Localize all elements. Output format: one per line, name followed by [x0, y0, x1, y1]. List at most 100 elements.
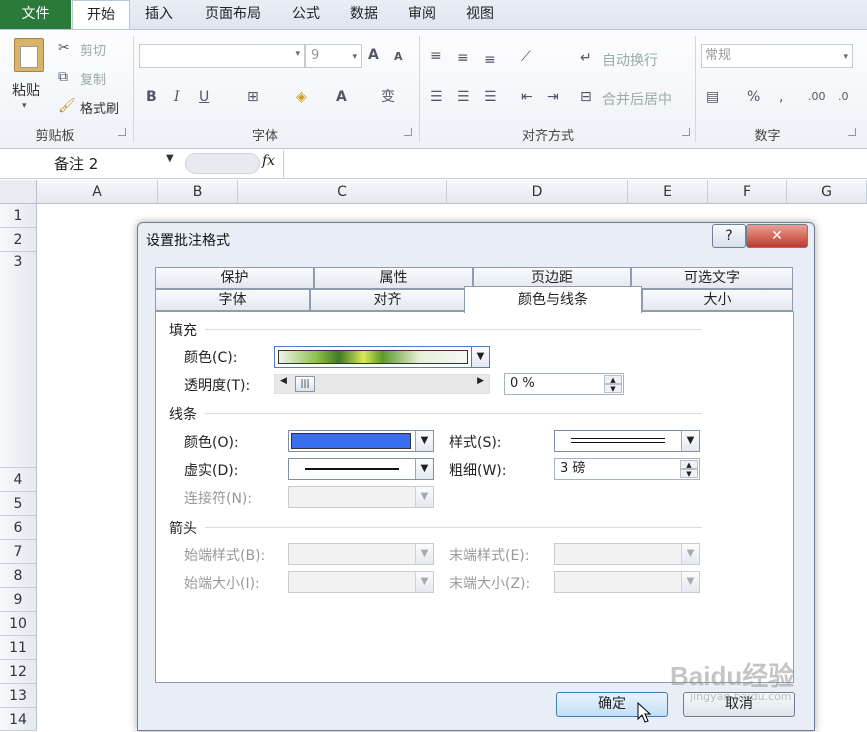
font-color-icon[interactable]: A — [336, 87, 347, 107]
tab-insert[interactable]: 插入 — [136, 0, 182, 29]
slider-right-arrow-icon[interactable]: ▶ — [477, 376, 484, 386]
chevron-down-icon[interactable]: ▼ — [415, 431, 433, 451]
currency-icon[interactable]: ▤ — [706, 87, 719, 107]
row-header[interactable]: 11 — [0, 636, 37, 660]
align-top-icon[interactable]: ≡ — [430, 46, 442, 66]
chevron-down-icon[interactable]: ▼ — [415, 544, 433, 564]
format-painter-button[interactable]: 格式刷 — [80, 98, 119, 117]
end-style-dropdown[interactable]: ▼ — [554, 543, 700, 565]
column-header[interactable]: G — [787, 180, 867, 204]
tab-protection[interactable]: 保护 — [155, 267, 314, 289]
align-middle-icon[interactable]: ≡ — [457, 48, 469, 68]
copy-button[interactable]: 复制 — [80, 69, 106, 88]
paste-dropdown-icon[interactable]: ▾ — [22, 96, 27, 116]
font-name-combo[interactable]: ▾ — [139, 44, 305, 68]
help-button[interactable]: ? — [712, 224, 746, 248]
row-header[interactable]: 6 — [0, 516, 37, 540]
formula-expand-handle[interactable] — [185, 153, 260, 174]
align-left-icon[interactable]: ☰ — [430, 87, 443, 107]
row-header[interactable]: 2 — [0, 228, 37, 252]
name-box[interactable]: 备注 2 — [0, 150, 180, 178]
spin-up-icon[interactable]: ▲ — [680, 460, 698, 469]
paste-icon[interactable] — [14, 38, 44, 72]
tab-formulas[interactable]: 公式 — [283, 0, 329, 29]
decrease-decimal-icon[interactable]: .0 — [838, 87, 849, 107]
increase-decimal-icon[interactable]: .00 — [808, 87, 826, 107]
namebox-dropdown-icon[interactable]: ▼ — [166, 153, 174, 164]
chevron-down-icon[interactable]: ▼ — [415, 487, 433, 507]
column-header[interactable]: A — [37, 180, 158, 204]
insert-function-icon[interactable]: fx — [262, 153, 275, 169]
row-header[interactable]: 5 — [0, 492, 37, 516]
begin-style-dropdown[interactable]: ▼ — [288, 543, 434, 565]
percent-button[interactable]: % — [747, 87, 760, 107]
number-launcher-icon[interactable] — [848, 128, 856, 136]
increase-indent-icon[interactable]: ⇥ — [547, 87, 559, 107]
close-button[interactable]: ✕ — [746, 224, 808, 248]
column-header[interactable]: D — [447, 180, 628, 204]
column-header[interactable]: E — [628, 180, 708, 204]
border-icon[interactable]: ⊞ — [247, 87, 259, 107]
tab-size[interactable]: 大小 — [642, 289, 793, 311]
shrink-font-icon[interactable]: A — [394, 47, 403, 67]
chevron-down-icon[interactable]: ▼ — [415, 572, 433, 592]
tab-file[interactable]: 文件 — [0, 0, 71, 29]
slider-left-arrow-icon[interactable]: ◀ — [280, 376, 287, 386]
align-bottom-icon[interactable]: ≡ — [484, 50, 496, 70]
row-header[interactable]: 7 — [0, 540, 37, 564]
select-all-corner[interactable] — [0, 180, 37, 204]
phonetic-icon[interactable]: 变 — [381, 87, 395, 107]
tab-home[interactable]: 开始 — [72, 0, 130, 30]
chevron-down-icon[interactable]: ▼ — [681, 431, 699, 451]
underline-button[interactable]: U — [199, 87, 209, 107]
row-header[interactable]: 8 — [0, 564, 37, 588]
italic-button[interactable]: I — [174, 87, 180, 107]
clipboard-launcher-icon[interactable] — [118, 128, 126, 136]
chevron-down-icon[interactable]: ▼ — [471, 347, 489, 367]
row-header[interactable]: 13 — [0, 684, 37, 708]
transparency-slider[interactable]: ◀ ||| ▶ — [274, 374, 490, 394]
tab-alignment[interactable]: 对齐 — [310, 289, 465, 311]
column-header[interactable]: F — [708, 180, 787, 204]
tab-view[interactable]: 视图 — [457, 0, 503, 29]
line-weight-input[interactable]: 3 磅 ▲ ▼ — [554, 458, 700, 480]
number-format-combo[interactable]: 常规 ▾ — [701, 44, 853, 68]
row-header[interactable]: 4 — [0, 468, 37, 492]
font-launcher-icon[interactable] — [404, 128, 412, 136]
tab-colors-lines[interactable]: 颜色与线条 — [464, 286, 642, 313]
cut-button[interactable]: 剪切 — [80, 40, 106, 59]
align-right-icon[interactable]: ☰ — [484, 87, 497, 107]
chevron-down-icon[interactable]: ▼ — [415, 459, 433, 479]
row-header[interactable]: 14 — [0, 708, 37, 731]
fill-color-icon[interactable]: ◈ — [296, 87, 307, 107]
row-header[interactable]: 12 — [0, 660, 37, 684]
alignment-launcher-icon[interactable] — [682, 128, 690, 136]
orientation-icon[interactable]: ⟋ — [521, 47, 531, 67]
spin-up-icon[interactable]: ▲ — [604, 375, 622, 384]
slider-thumb[interactable]: ||| — [295, 376, 315, 392]
row-header[interactable]: 1 — [0, 204, 37, 228]
spin-down-icon[interactable]: ▼ — [604, 384, 622, 393]
begin-size-dropdown[interactable]: ▼ — [288, 571, 434, 593]
wrap-text-button[interactable]: 自动换行 — [602, 50, 658, 70]
line-color-dropdown[interactable]: ▼ — [288, 430, 434, 452]
column-header[interactable]: B — [158, 180, 238, 204]
decrease-indent-icon[interactable]: ⇤ — [521, 87, 533, 107]
row-header[interactable]: 3 — [0, 252, 37, 468]
end-size-dropdown[interactable]: ▼ — [554, 571, 700, 593]
spin-down-icon[interactable]: ▼ — [680, 469, 698, 478]
grow-font-icon[interactable]: A — [368, 45, 379, 65]
chevron-down-icon[interactable]: ▼ — [681, 544, 699, 564]
tab-alt-text[interactable]: 可选文字 — [631, 267, 793, 289]
bold-button[interactable]: B — [146, 87, 157, 107]
line-style-dropdown[interactable]: ▼ — [554, 430, 700, 452]
tab-review[interactable]: 审阅 — [399, 0, 445, 29]
chevron-down-icon[interactable]: ▼ — [681, 572, 699, 592]
comma-button[interactable]: , — [779, 87, 783, 107]
font-size-combo[interactable]: 9 ▾ — [305, 44, 362, 68]
dash-dropdown[interactable]: ▼ — [288, 458, 434, 480]
align-center-icon[interactable]: ☰ — [457, 87, 470, 107]
connector-dropdown[interactable]: ▼ — [288, 486, 434, 508]
tab-data[interactable]: 数据 — [341, 0, 387, 29]
formula-input[interactable] — [283, 150, 867, 178]
